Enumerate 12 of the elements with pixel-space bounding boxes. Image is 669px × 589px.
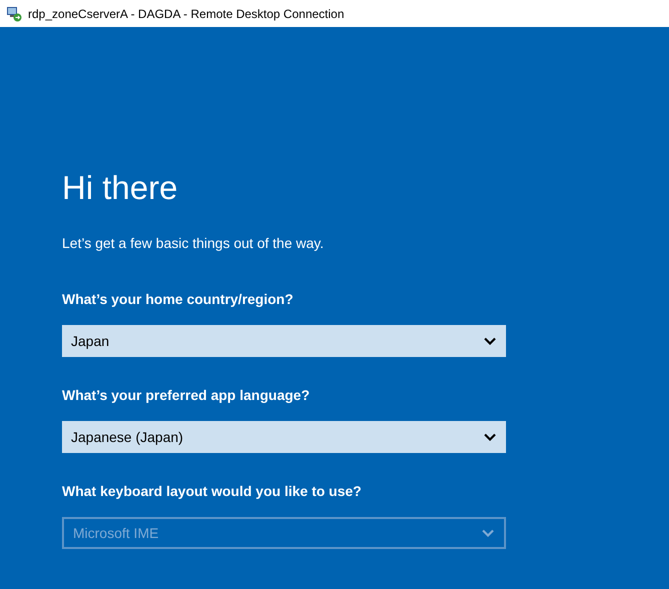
window-title: rdp_zoneCserverA - DAGDA - Remote Desktop Connection <box>28 6 344 20</box>
chevron-down-icon <box>482 529 494 537</box>
question-label: What’s your home country/region? <box>62 290 294 308</box>
dropdown[interactable]: Japanese (Japan) <box>62 421 506 453</box>
dropdown[interactable]: Japan <box>62 325 506 357</box>
remote-desktop-icon <box>6 6 22 22</box>
question-label: What keyboard layout would you like to use? <box>62 482 362 500</box>
heading: Hi there <box>62 168 178 208</box>
subtitle: Let’s get a few basic things out of the way. <box>62 234 324 252</box>
question-label: What’s your preferred app language? <box>62 386 310 404</box>
chevron-down-icon <box>484 433 496 441</box>
chevron-down-icon <box>484 337 496 345</box>
